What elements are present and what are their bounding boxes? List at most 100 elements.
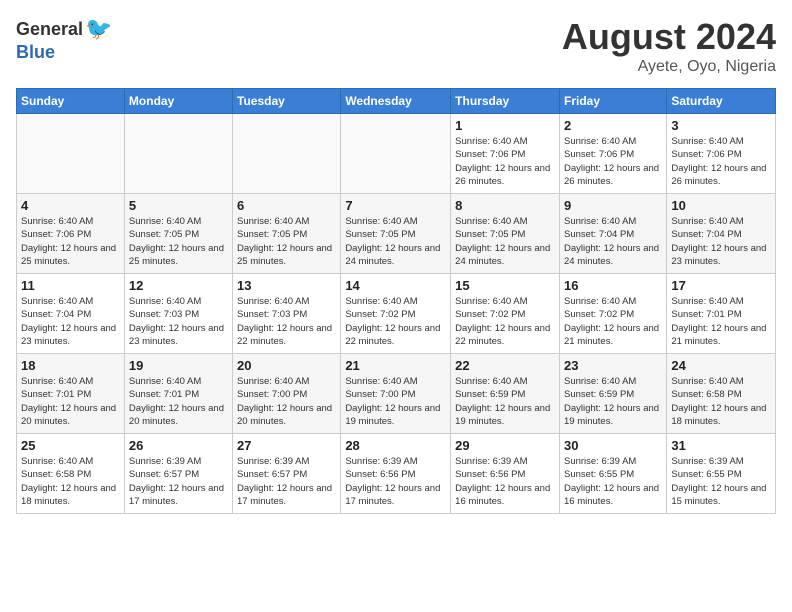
day-number: 9 <box>564 198 662 213</box>
day-number: 2 <box>564 118 662 133</box>
weekday-header-saturday: Saturday <box>667 89 776 114</box>
calendar-cell: 17 Sunrise: 6:40 AM Sunset: 7:01 PM Dayli… <box>667 274 776 354</box>
location-title: Ayete, Oyo, Nigeria <box>562 58 776 76</box>
day-number: 15 <box>455 278 555 293</box>
calendar-cell: 31Sunrise: 6:39 AM Sunset: 6:55 PM Dayli… <box>667 434 776 514</box>
day-info: Sunrise: 6:39 AM Sunset: 6:55 PM Dayligh… <box>564 455 662 508</box>
day-info: Sunrise: 6:39 AM Sunset: 6:56 PM Dayligh… <box>455 455 555 508</box>
day-info: Sunrise: 6:40 AM Sunset: 7:05 PM Dayligh… <box>455 215 555 268</box>
calendar-cell: 25Sunrise: 6:40 AM Sunset: 6:58 PM Dayli… <box>17 434 125 514</box>
calendar-cell: 28 Sunrise: 6:39 AM Sunset: 6:56 PM Dayli… <box>341 434 451 514</box>
calendar-cell: 12 Sunrise: 6:40 AM Sunset: 7:03 PM Dayli… <box>124 274 232 354</box>
day-info: Sunrise: 6:39 AM Sunset: 6:56 PM Dayligh… <box>345 455 446 508</box>
weekday-header-monday: Monday <box>124 89 232 114</box>
calendar-cell <box>124 114 232 194</box>
day-info: Sunrise: 6:40 AM Sunset: 7:01 PM Dayligh… <box>671 295 771 348</box>
day-info: Sunrise: 6:40 AM Sunset: 7:02 PM Dayligh… <box>455 295 555 348</box>
day-info: Sunrise: 6:40 AM Sunset: 7:00 PM Dayligh… <box>237 375 336 428</box>
calendar-cell: 5Sunrise: 6:40 AM Sunset: 7:05 PM Daylig… <box>124 194 232 274</box>
day-info: Sunrise: 6:40 AM Sunset: 7:04 PM Dayligh… <box>21 295 120 348</box>
month-title: August 2024 <box>562 16 776 58</box>
day-number: 28 <box>345 438 446 453</box>
calendar-cell: 11 Sunrise: 6:40 AM Sunset: 7:04 PM Dayli… <box>17 274 125 354</box>
day-info: Sunrise: 6:40 AM Sunset: 7:06 PM Dayligh… <box>21 215 120 268</box>
day-number: 17 <box>671 278 771 293</box>
calendar-cell: 29Sunrise: 6:39 AM Sunset: 6:56 PM Dayli… <box>451 434 560 514</box>
calendar-cell: 2 Sunrise: 6:40 AM Sunset: 7:06 PM Daylig… <box>559 114 666 194</box>
calendar-cell: 18Sunrise: 6:40 AM Sunset: 7:01 PM Dayli… <box>17 354 125 434</box>
day-info: Sunrise: 6:40 AM Sunset: 7:04 PM Dayligh… <box>671 215 771 268</box>
calendar-cell: 10 Sunrise: 6:40 AM Sunset: 7:04 PM Dayli… <box>667 194 776 274</box>
calendar-week-row: 11 Sunrise: 6:40 AM Sunset: 7:04 PM Dayli… <box>17 274 776 354</box>
day-info: Sunrise: 6:40 AM Sunset: 7:03 PM Dayligh… <box>237 295 336 348</box>
day-number: 6 <box>237 198 336 213</box>
day-info: Sunrise: 6:40 AM Sunset: 7:04 PM Dayligh… <box>564 215 662 268</box>
day-info: Sunrise: 6:39 AM Sunset: 6:57 PM Dayligh… <box>129 455 228 508</box>
day-info: Sunrise: 6:40 AM Sunset: 7:01 PM Dayligh… <box>129 375 228 428</box>
calendar-week-row: 18Sunrise: 6:40 AM Sunset: 7:01 PM Dayli… <box>17 354 776 434</box>
calendar-cell: 22 Sunrise: 6:40 AM Sunset: 6:59 PM Dayli… <box>451 354 560 434</box>
calendar-cell: 21Sunrise: 6:40 AM Sunset: 7:00 PM Dayli… <box>341 354 451 434</box>
day-number: 19 <box>129 358 228 373</box>
calendar-cell: 27 Sunrise: 6:39 AM Sunset: 6:57 PM Dayli… <box>233 434 341 514</box>
day-info: Sunrise: 6:40 AM Sunset: 7:05 PM Dayligh… <box>237 215 336 268</box>
day-number: 4 <box>21 198 120 213</box>
day-number: 23 <box>564 358 662 373</box>
day-number: 8 <box>455 198 555 213</box>
day-info: Sunrise: 6:40 AM Sunset: 6:59 PM Dayligh… <box>564 375 662 428</box>
title-block: August 2024 Ayete, Oyo, Nigeria <box>562 16 776 76</box>
day-info: Sunrise: 6:40 AM Sunset: 7:00 PM Dayligh… <box>345 375 446 428</box>
calendar-cell: 13 Sunrise: 6:40 AM Sunset: 7:03 PM Dayli… <box>233 274 341 354</box>
day-number: 24 <box>671 358 771 373</box>
calendar-cell <box>17 114 125 194</box>
weekday-header-sunday: Sunday <box>17 89 125 114</box>
day-number: 11 <box>21 278 120 293</box>
day-number: 13 <box>237 278 336 293</box>
day-info: Sunrise: 6:39 AM Sunset: 6:57 PM Dayligh… <box>237 455 336 508</box>
calendar-table: SundayMondayTuesdayWednesdayThursdayFrid… <box>16 88 776 514</box>
logo-general-text: General <box>16 19 83 40</box>
day-number: 14 <box>345 278 446 293</box>
weekday-header-thursday: Thursday <box>451 89 560 114</box>
calendar-cell: 14 Sunrise: 6:40 AM Sunset: 7:02 PM Dayli… <box>341 274 451 354</box>
calendar-week-row: 1 Sunrise: 6:40 AM Sunset: 7:06 PM Daylig… <box>17 114 776 194</box>
calendar-cell: 16Sunrise: 6:40 AM Sunset: 7:02 PM Dayli… <box>559 274 666 354</box>
logo-bird-icon: 🐦 <box>85 16 112 42</box>
day-info: Sunrise: 6:40 AM Sunset: 7:05 PM Dayligh… <box>129 215 228 268</box>
day-number: 26 <box>129 438 228 453</box>
weekday-header-row: SundayMondayTuesdayWednesdayThursdayFrid… <box>17 89 776 114</box>
weekday-header-friday: Friday <box>559 89 666 114</box>
calendar-cell <box>233 114 341 194</box>
day-number: 22 <box>455 358 555 373</box>
calendar-cell: 3 Sunrise: 6:40 AM Sunset: 7:06 PM Daylig… <box>667 114 776 194</box>
day-info: Sunrise: 6:40 AM Sunset: 6:58 PM Dayligh… <box>671 375 771 428</box>
day-number: 30 <box>564 438 662 453</box>
day-info: Sunrise: 6:40 AM Sunset: 7:06 PM Dayligh… <box>564 135 662 188</box>
calendar-cell: 7Sunrise: 6:40 AM Sunset: 7:05 PM Daylig… <box>341 194 451 274</box>
day-info: Sunrise: 6:40 AM Sunset: 7:06 PM Dayligh… <box>671 135 771 188</box>
logo-blue-text: Blue <box>16 42 55 63</box>
day-info: Sunrise: 6:40 AM Sunset: 7:03 PM Dayligh… <box>129 295 228 348</box>
day-number: 20 <box>237 358 336 373</box>
day-info: Sunrise: 6:40 AM Sunset: 7:02 PM Dayligh… <box>564 295 662 348</box>
page-header: General 🐦 Blue August 2024 Ayete, Oyo, N… <box>16 16 776 76</box>
weekday-header-tuesday: Tuesday <box>233 89 341 114</box>
weekday-header-wednesday: Wednesday <box>341 89 451 114</box>
calendar-cell: 9 Sunrise: 6:40 AM Sunset: 7:04 PM Daylig… <box>559 194 666 274</box>
calendar-week-row: 4 Sunrise: 6:40 AM Sunset: 7:06 PM Daylig… <box>17 194 776 274</box>
day-info: Sunrise: 6:40 AM Sunset: 7:02 PM Dayligh… <box>345 295 446 348</box>
calendar-cell: 15 Sunrise: 6:40 AM Sunset: 7:02 PM Dayli… <box>451 274 560 354</box>
logo: General 🐦 Blue <box>16 16 112 63</box>
calendar-cell <box>341 114 451 194</box>
day-info: Sunrise: 6:40 AM Sunset: 7:05 PM Dayligh… <box>345 215 446 268</box>
day-number: 10 <box>671 198 771 213</box>
calendar-cell: 1Sunrise: 6:40 AM Sunset: 7:06 PM Daylig… <box>451 114 560 194</box>
calendar-cell: 8 Sunrise: 6:40 AM Sunset: 7:05 PM Daylig… <box>451 194 560 274</box>
day-info: Sunrise: 6:40 AM Sunset: 6:59 PM Dayligh… <box>455 375 555 428</box>
day-number: 12 <box>129 278 228 293</box>
day-info: Sunrise: 6:40 AM Sunset: 7:01 PM Dayligh… <box>21 375 120 428</box>
day-number: 27 <box>237 438 336 453</box>
day-number: 1 <box>455 118 555 133</box>
day-number: 3 <box>671 118 771 133</box>
calendar-cell: 26 Sunrise: 6:39 AM Sunset: 6:57 PM Dayli… <box>124 434 232 514</box>
